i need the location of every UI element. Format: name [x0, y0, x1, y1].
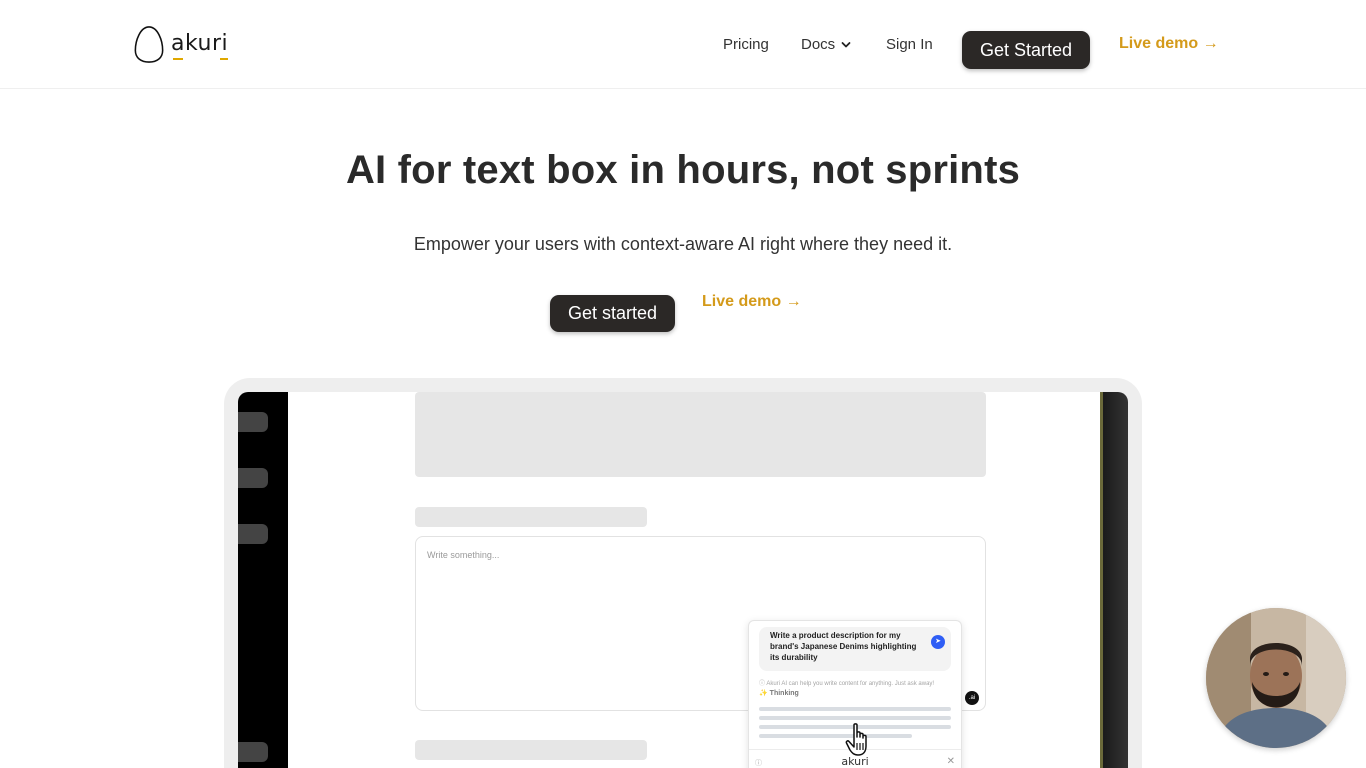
demo-screen: Write something... .ai Write a product d…	[238, 392, 1128, 768]
hero-subtitle: Empower your users with context-aware AI…	[413, 234, 953, 254]
sidebar-placeholder	[238, 468, 268, 488]
loading-line	[759, 707, 951, 711]
logo-accent-mark	[173, 58, 183, 60]
logo-accent-mark	[220, 58, 229, 60]
presenter-avatar-icon	[1206, 608, 1346, 748]
pointer-hand-icon	[845, 723, 867, 756]
loading-line	[759, 734, 912, 738]
site-header: akuri Pricing Docs Sign In Get Started L…	[0, 0, 1366, 89]
nav-sign-in-link[interactable]: Sign In	[886, 36, 933, 53]
get-started-button[interactable]: Get Started	[962, 31, 1090, 69]
placeholder-label	[415, 740, 647, 760]
video-avatar[interactable]	[1206, 608, 1346, 748]
thinking-status: ✨ Thinking	[759, 689, 799, 697]
chevron-down-icon	[841, 41, 851, 47]
demo-right-panel	[1100, 392, 1128, 768]
sidebar-placeholder	[238, 742, 268, 762]
sparkle-icon: ✨	[759, 690, 768, 697]
hero-live-demo-link[interactable]: Live demo →	[702, 293, 802, 311]
akuri-trigger-icon[interactable]: .ai	[965, 691, 979, 705]
send-icon[interactable]: ➤	[931, 635, 945, 649]
placeholder-banner	[415, 392, 986, 477]
nav-live-demo-link[interactable]: Live demo →	[1119, 35, 1219, 53]
brand-logo[interactable]: akuri	[133, 24, 229, 64]
thinking-label: Thinking	[769, 690, 799, 697]
loading-line	[759, 716, 951, 720]
textarea-placeholder: Write something...	[427, 550, 500, 560]
demo-sidebar	[238, 392, 288, 768]
prompt-text: Write a product description for my brand…	[770, 631, 917, 662]
assistant-hint: ⓘ Akuri AI can help you write content fo…	[759, 681, 935, 687]
nav-docs-label: Docs	[801, 36, 836, 53]
egg-logo-icon	[134, 26, 164, 63]
close-icon[interactable]: ✕	[947, 756, 955, 767]
sidebar-placeholder	[238, 412, 268, 432]
nav-pricing-link[interactable]: Pricing	[723, 36, 769, 53]
brand-name: akuri	[171, 31, 229, 60]
sidebar-placeholder	[238, 524, 268, 544]
placeholder-label	[415, 507, 647, 527]
hero-title: AI for text box in hours, not sprints	[345, 148, 1021, 192]
hero-get-started-button[interactable]: Get started	[550, 295, 675, 332]
nav-docs-dropdown[interactable]: Docs	[801, 36, 851, 53]
prompt-box[interactable]: Write a product description for my brand…	[759, 627, 951, 671]
